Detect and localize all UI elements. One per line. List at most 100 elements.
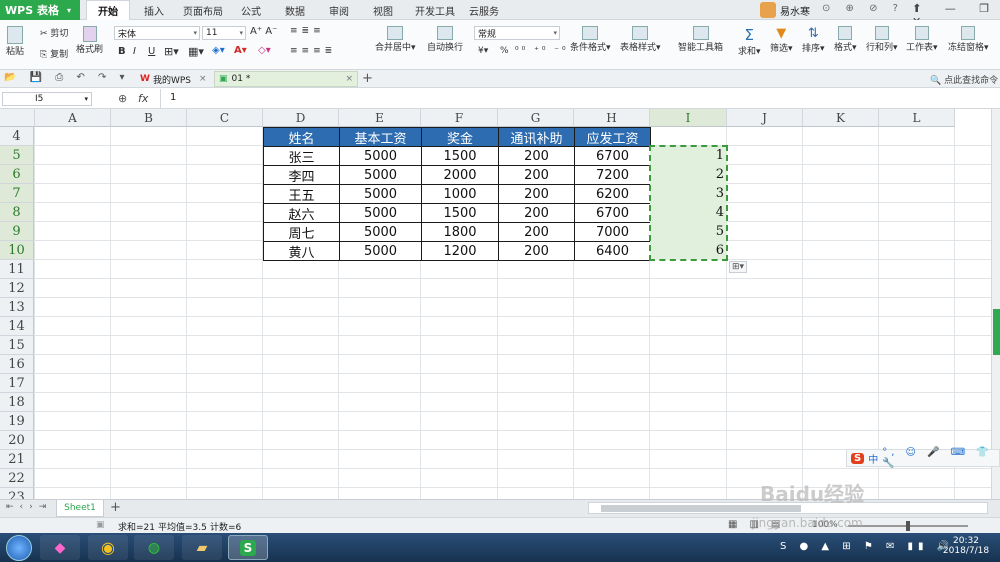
close-icon[interactable]: × (199, 74, 207, 84)
smart-toolbox-button[interactable]: 智能工具箱 (678, 26, 723, 53)
font-size-select[interactable]: 11 ▾ (202, 26, 246, 40)
taskbar-wps-sheet[interactable]: S (228, 535, 268, 560)
selected-cell[interactable]: 5 (650, 222, 727, 241)
font-name-select[interactable]: 宋体 ▾ (114, 26, 200, 40)
add-sheet-button[interactable]: + (110, 500, 121, 515)
row-header-5[interactable]: 5 (0, 146, 34, 165)
table-header-cell[interactable]: 应发工资 (574, 127, 651, 147)
start-button[interactable] (6, 535, 32, 561)
zoom-icon[interactable]: ⊕ (118, 92, 127, 105)
column-header-l[interactable]: L (879, 109, 955, 127)
italic-button[interactable]: I (133, 46, 136, 57)
table-cell[interactable]: 1800 (421, 222, 499, 242)
tab-page-layout[interactable]: 页面布局 (178, 0, 228, 20)
table-cell[interactable]: 李四 (263, 165, 340, 185)
table-cell[interactable]: 200 (498, 222, 575, 242)
formula-input[interactable]: 1 (170, 92, 176, 103)
row-header-19[interactable]: 19 (0, 412, 34, 431)
table-cell[interactable]: 5000 (339, 184, 422, 204)
doc-tab-active[interactable]: ▣ 01 * × (214, 71, 358, 87)
ime-mode[interactable]: 中 (868, 451, 878, 466)
copy-button[interactable]: ⎘ 复制 (40, 47, 68, 60)
row-col-button[interactable]: 行和列▾ (866, 26, 898, 53)
table-cell[interactable]: 6200 (574, 184, 651, 204)
tab-review[interactable]: 审阅 (322, 0, 356, 20)
find-command[interactable]: 🔍 点此查找命令 (930, 73, 998, 86)
table-header-cell[interactable]: 奖金 (421, 127, 499, 147)
cell-style-icon[interactable]: ▦▾ (188, 45, 204, 58)
ime-toolbar[interactable]: S 中 °, ☺ 🎤 ⌨ 👕 🔧 (846, 447, 1000, 469)
table-cell[interactable]: 200 (498, 165, 575, 185)
table-cell[interactable]: 1500 (421, 203, 499, 223)
doc-tab-my-wps[interactable]: W 我的WPS × (136, 71, 210, 87)
tab-developer[interactable]: 开发工具 (410, 0, 460, 20)
table-cell[interactable]: 5000 (339, 146, 422, 166)
table-cell[interactable]: 5000 (339, 203, 422, 223)
selected-cell[interactable]: 1 (650, 146, 727, 165)
fx-button[interactable]: fx (138, 92, 148, 105)
font-color-button[interactable]: A▾ (234, 45, 247, 56)
column-header-f[interactable]: F (421, 109, 498, 127)
taskbar-wechat[interactable]: ◍ (134, 535, 174, 560)
table-cell[interactable]: 5000 (339, 165, 422, 185)
quick-access-icons[interactable]: 📂 💾 ⎙ ↶ ↷ ▾ (4, 72, 130, 83)
zoom-slider[interactable] (848, 521, 968, 531)
row-header-17[interactable]: 17 (0, 374, 34, 393)
horizontal-align-buttons[interactable]: ≡≡≡≣ (290, 46, 336, 56)
avatar[interactable] (760, 2, 776, 18)
column-header-g[interactable]: G (498, 109, 574, 127)
table-cell[interactable]: 200 (498, 203, 575, 223)
column-header-h[interactable]: H (574, 109, 650, 127)
tab-home[interactable]: 开始 (86, 0, 130, 20)
table-cell[interactable]: 王五 (263, 184, 340, 204)
row-header-18[interactable]: 18 (0, 393, 34, 412)
ime-icons[interactable]: °, ☺ 🎤 ⌨ 👕 🔧 (882, 447, 999, 469)
border-button[interactable]: ⊞▾ (164, 45, 179, 58)
row-header-4[interactable]: 4 (0, 127, 34, 146)
clear-format-icon[interactable]: ◇▾ (258, 45, 271, 56)
select-all-corner[interactable] (0, 109, 35, 127)
row-header-6[interactable]: 6 (0, 165, 34, 184)
fill-color-button[interactable]: ◈▾ (212, 45, 225, 56)
column-header-a[interactable]: A (35, 109, 111, 127)
freeze-panes-button[interactable]: 冻结窗格▾ (948, 26, 989, 53)
worksheet-button[interactable]: 工作表▾ (906, 26, 938, 53)
table-style-button[interactable]: 表格样式▾ (620, 26, 661, 53)
font-size-adjust[interactable]: A⁺ A⁻ (250, 26, 277, 37)
table-header-cell[interactable]: 姓名 (263, 127, 340, 147)
row-header-16[interactable]: 16 (0, 355, 34, 374)
table-cell[interactable]: 7000 (574, 222, 651, 242)
table-cell[interactable]: 6400 (574, 241, 651, 261)
tab-view[interactable]: 视图 (366, 0, 400, 20)
table-header-cell[interactable]: 通讯补助 (498, 127, 575, 147)
format-button[interactable]: 格式▾ (834, 26, 857, 53)
currency-button[interactable]: ¥▾ (478, 46, 488, 56)
table-cell[interactable]: 6700 (574, 146, 651, 166)
table-cell[interactable]: 1000 (421, 184, 499, 204)
column-header-k[interactable]: K (803, 109, 879, 127)
table-cell[interactable]: 6700 (574, 203, 651, 223)
table-cell[interactable]: 7200 (574, 165, 651, 185)
sheet-nav-arrows[interactable]: ⇤‹›⇥ (6, 502, 52, 512)
taskbar-explorer[interactable]: ▰ (182, 535, 222, 560)
column-header-e[interactable]: E (339, 109, 421, 127)
app-menu-button[interactable]: WPS 表格 ▾ (0, 0, 80, 20)
tab-formulas[interactable]: 公式 (234, 0, 268, 20)
selected-cell[interactable]: 4 (650, 203, 727, 222)
percent-button[interactable]: % (500, 46, 509, 56)
column-header-d[interactable]: D (263, 109, 339, 127)
new-tab-button[interactable]: + (362, 71, 373, 86)
user-name[interactable]: 易水寒 (780, 3, 810, 18)
name-box[interactable]: I5 ▾ (2, 92, 92, 106)
paste-button[interactable]: 粘贴 (6, 26, 24, 57)
tab-cloud[interactable]: 云服务 (464, 0, 504, 20)
tab-insert[interactable]: 插入 (136, 0, 172, 20)
row-header-22[interactable]: 22 (0, 469, 34, 488)
row-header-13[interactable]: 13 (0, 298, 34, 317)
sort-button[interactable]: ⇅ 排序▾ (802, 26, 825, 54)
column-header-j[interactable]: J (727, 109, 803, 127)
bold-button[interactable]: B (118, 46, 126, 57)
tray-icons[interactable]: S ● ▲ ⊞ ⚑ ✉ ▮▮ 🔊 (780, 541, 954, 552)
row-header-7[interactable]: 7 (0, 184, 34, 203)
table-cell[interactable]: 200 (498, 184, 575, 204)
